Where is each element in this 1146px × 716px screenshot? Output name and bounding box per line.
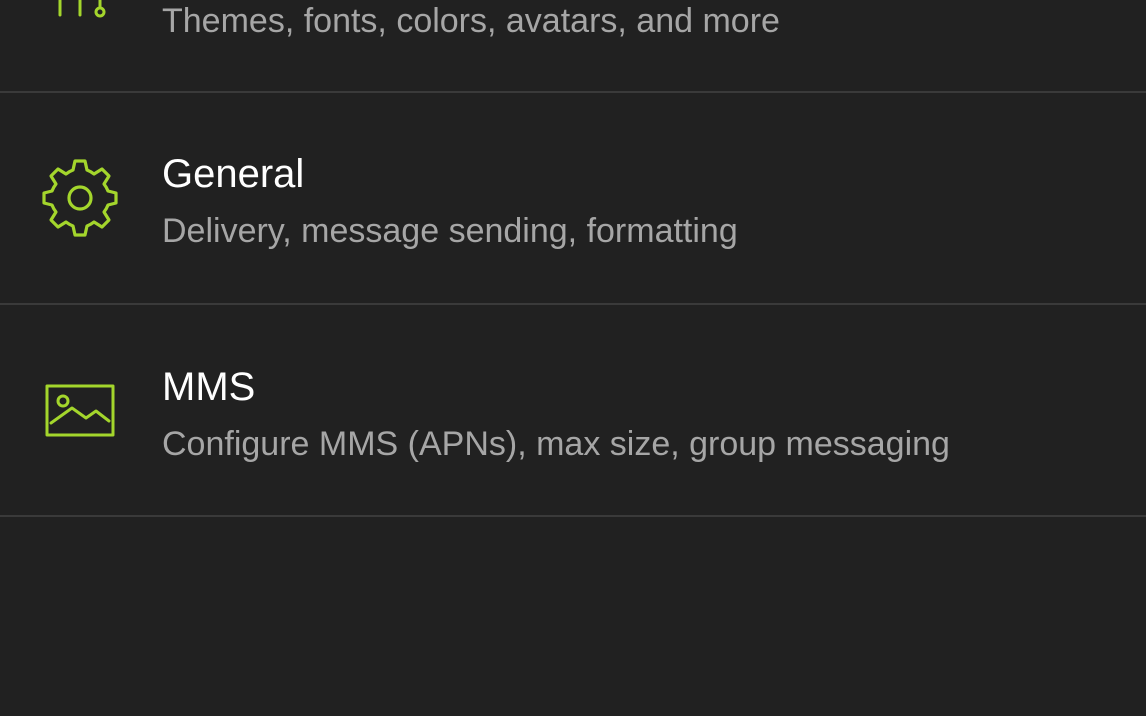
gear-icon	[42, 159, 118, 237]
divider	[0, 515, 1146, 517]
image-icon	[45, 384, 115, 437]
settings-item-general[interactable]: General Delivery, message sending, forma…	[0, 93, 1146, 303]
settings-item-subtitle: Delivery, message sending, formatting	[162, 212, 738, 250]
settings-item-title: General	[162, 152, 305, 196]
settings-item-subtitle: Themes, fonts, colors, avatars, and more	[162, 2, 780, 40]
sliders-icon	[58, 0, 106, 18]
settings-item-appearance[interactable]: Themes, fonts, colors, avatars, and more	[0, 0, 1146, 92]
settings-item-subtitle: Configure MMS (APNs), max size, group me…	[162, 425, 950, 463]
settings-list: Themes, fonts, colors, avatars, and more…	[0, 0, 1146, 716]
settings-item-title: MMS	[162, 365, 256, 409]
settings-item-mms[interactable]: MMS Configure MMS (APNs), max size, grou…	[0, 305, 1146, 515]
